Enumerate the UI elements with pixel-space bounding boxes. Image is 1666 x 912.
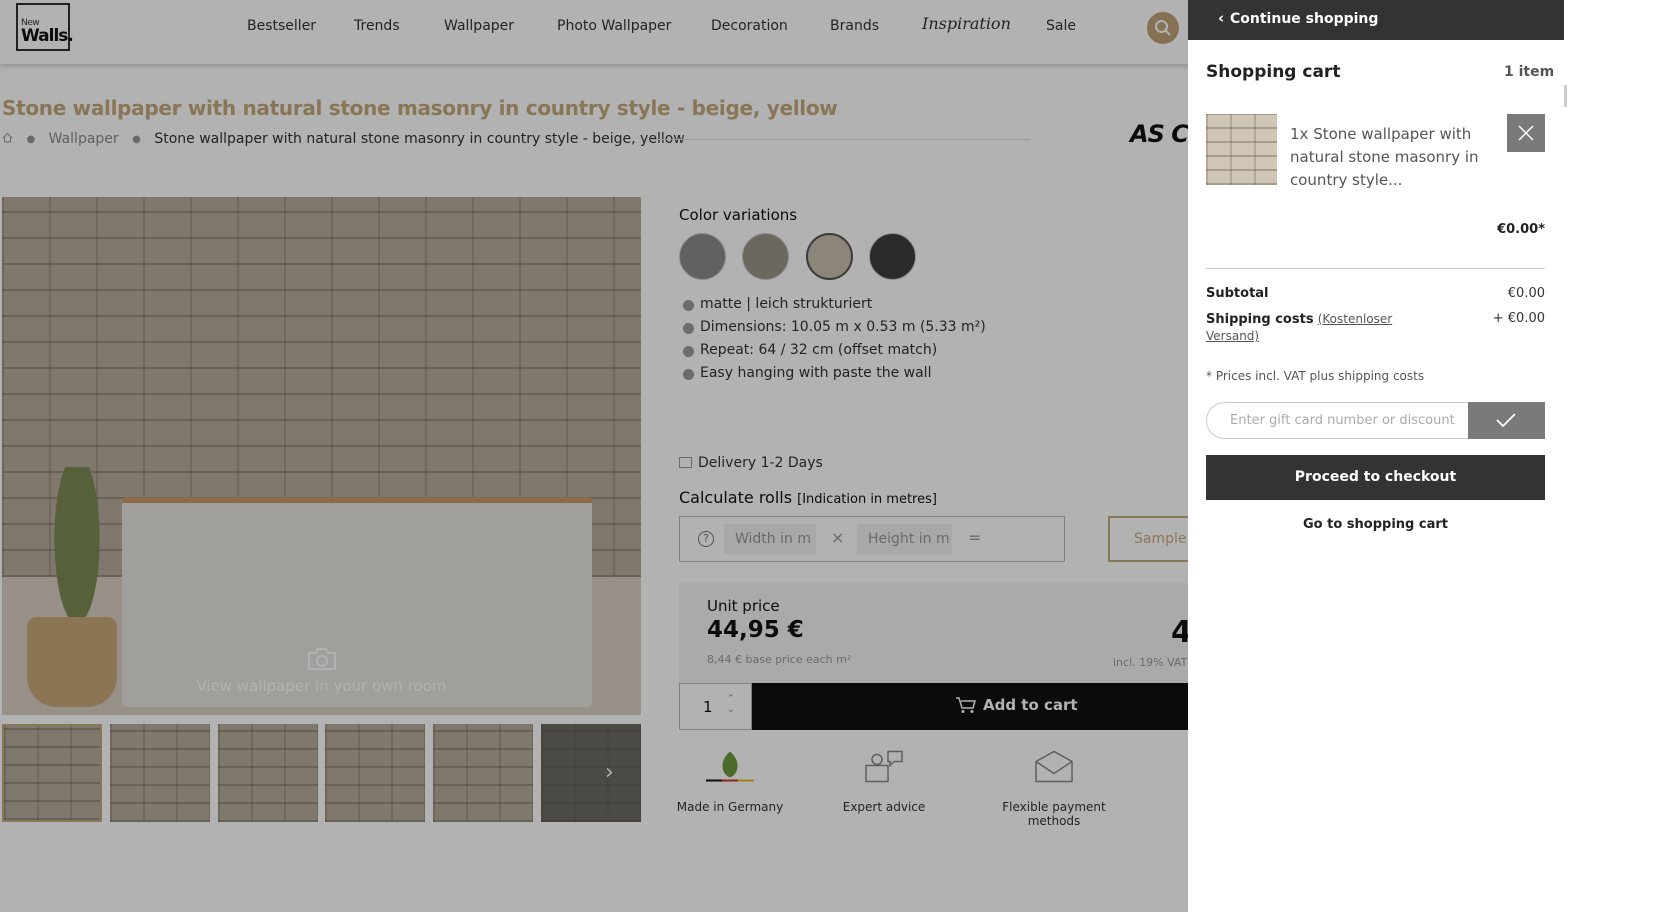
vat-footnote: * Prices incl. VAT plus shipping costs bbox=[1206, 369, 1425, 383]
cart-item-image[interactable] bbox=[1206, 114, 1277, 185]
divider bbox=[1206, 268, 1545, 269]
check-icon bbox=[1496, 413, 1516, 428]
go-to-cart-link[interactable]: Go to shopping cart bbox=[1206, 517, 1545, 532]
subtotal-value: €0.00 bbox=[1507, 286, 1545, 301]
discount-code-input[interactable] bbox=[1206, 402, 1469, 439]
cart-item-count: 1 item bbox=[1504, 64, 1555, 80]
shipping-costs: Shipping costs (Kostenloser Versand) bbox=[1206, 311, 1406, 345]
scrollbar-thumb[interactable] bbox=[1564, 85, 1567, 107]
cart-item-price: €0.00* bbox=[1497, 222, 1545, 237]
shipping-label: Shipping costs bbox=[1206, 312, 1314, 327]
chevron-left-icon: ‹ bbox=[1218, 9, 1225, 27]
continue-shopping-label: Continue shopping bbox=[1230, 11, 1379, 27]
cart-item-name[interactable]: 1x Stone wallpaper with natural stone ma… bbox=[1290, 123, 1500, 192]
proceed-to-checkout-button[interactable]: Proceed to checkout bbox=[1206, 455, 1545, 500]
cart-drawer: ‹ Continue shopping Shopping cart 1 item… bbox=[1188, 0, 1566, 912]
cart-title: Shopping cart bbox=[1206, 62, 1341, 82]
shipping-value: + €0.00 bbox=[1492, 311, 1545, 326]
subtotal-label: Subtotal bbox=[1206, 286, 1269, 301]
remove-item-button[interactable] bbox=[1507, 114, 1545, 152]
page-background bbox=[1566, 0, 1666, 912]
close-icon bbox=[1518, 125, 1534, 141]
page-overlay[interactable] bbox=[0, 0, 1188, 912]
continue-shopping-button[interactable]: ‹ Continue shopping bbox=[1188, 0, 1564, 40]
apply-discount-button[interactable] bbox=[1468, 402, 1545, 439]
